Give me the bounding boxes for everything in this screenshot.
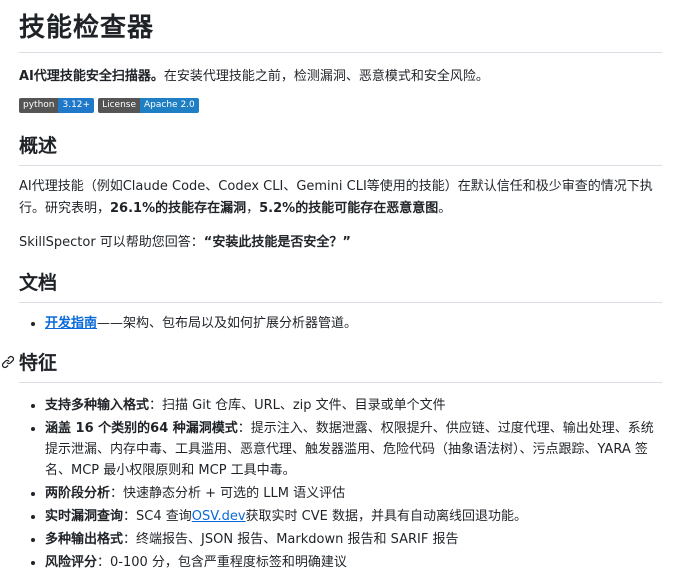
list-item: 涵盖 16 个类别的64 种漏洞模式：提示注入、数据泄露、权限提升、供应链、过度… [45,418,662,481]
features-heading: 特征 [1,350,662,383]
readme-page: 技能检查器 AI代理技能安全扫描器。在安装代理技能之前，检测漏洞、恶意模式和安全… [0,0,680,573]
osv-link[interactable]: OSV.dev [192,509,246,524]
list-item: 开发指南——架构、包布局以及如何扩展分析器管道。 [45,313,662,334]
list-item: 多种输出格式：终端报告、JSON 报告、Markdown 报告和 SARIF 报… [45,529,662,550]
list-item: 风险评分：0-100 分，包含严重程度标签和明确建议 [45,552,662,573]
intro-rest: 在安装代理技能之前，检测漏洞、恶意模式和安全风险。 [163,69,489,84]
features-list: 支持多种输入格式：扫描 Git 仓库、URL、zip 文件、目录或单个文件 涵盖… [19,395,662,573]
list-item: 支持多种输入格式：扫描 Git 仓库、URL、zip 文件、目录或单个文件 [45,395,662,416]
intro-bold: AI代理技能安全扫描器。 [19,69,164,84]
docs-heading: 文档 [19,270,662,303]
license-badge[interactable]: License Apache 2.0 [98,98,199,113]
badges: python 3.12+ License Apache 2.0 [19,98,662,113]
features-heading-text: 特征 [19,352,58,374]
list-item: 实时漏洞查询：SC4 查询OSV.dev获取实时 CVE 数据，并具有自动离线回… [45,506,662,527]
intro-text: AI代理技能安全扫描器。在安装代理技能之前，检测漏洞、恶意模式和安全风险。 [19,66,662,88]
page-title: 技能检查器 [19,0,662,53]
docs-list: 开发指南——架构、包布局以及如何扩展分析器管道。 [19,313,662,334]
link-icon[interactable] [1,355,15,369]
list-item: 两阶段分析：快速静态分析 + 可选的 LLM 语义评估 [45,483,662,504]
overview-paragraph-2: SkillSpector 可以帮助您回答：“安装此技能是否安全？” [19,235,351,250]
python-badge[interactable]: python 3.12+ [19,98,95,113]
overview-heading: 概述 [19,133,662,166]
overview-paragraph-1: AI代理技能（例如Claude Code、Codex CLI、Gemini CL… [19,179,653,216]
dev-guide-link[interactable]: 开发指南 [45,316,97,331]
